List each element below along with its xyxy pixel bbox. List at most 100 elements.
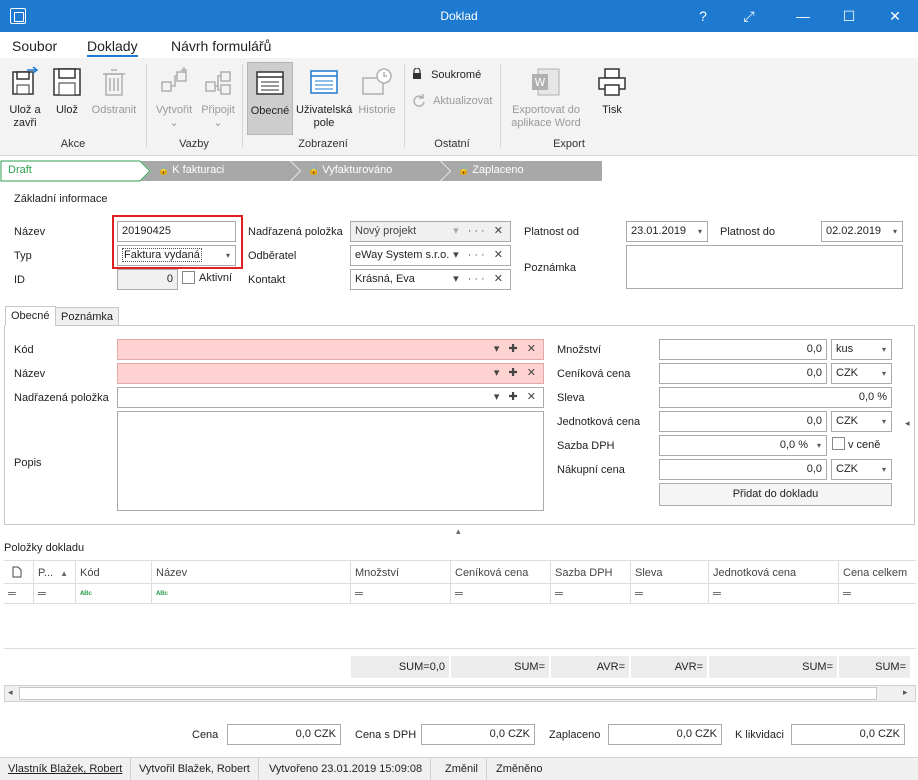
column-header-discount[interactable]: Sleva [631, 561, 709, 583]
item-description-textarea[interactable] [117, 411, 544, 511]
filter-icon[interactable]: ═ [34, 584, 76, 604]
splitter-left-icon[interactable]: ◂ [905, 418, 910, 429]
filter-icon[interactable]: ═ [839, 584, 918, 604]
column-header-doc[interactable] [4, 561, 34, 583]
to-liquidate-label: K likvidaci [735, 729, 784, 741]
valid-to-label: Platnost do [720, 226, 776, 238]
update-button[interactable]: Aktualizovat [412, 90, 492, 107]
dropdown-arrow-icon[interactable]: ▾ [453, 225, 462, 237]
filter-icon[interactable]: ═ [551, 584, 631, 604]
close-button[interactable]: ✕ [872, 0, 918, 32]
item-parent-field[interactable]: ▾ ✚ ✕ [117, 387, 544, 408]
dropdown-arrow-icon[interactable]: ▾ [453, 273, 462, 285]
dropdown-arrow-icon[interactable]: ▾ [453, 249, 462, 261]
item-code-field[interactable]: ▾ ✚ ✕ [117, 339, 544, 360]
column-header-p[interactable]: P... ▲ [34, 561, 76, 583]
filter-icon[interactable]: ═ [351, 584, 451, 604]
purchase-price-input[interactable]: 0,0 [659, 459, 827, 480]
clear-icon[interactable]: ✕ [527, 391, 539, 403]
clear-icon[interactable]: ✕ [494, 273, 506, 285]
clear-icon[interactable]: ✕ [494, 249, 506, 261]
valid-to-date[interactable]: 02.02.2019 ▾ [821, 221, 903, 242]
dropdown-arrow-icon: ▾ [892, 227, 897, 236]
scroll-right-icon[interactable]: ▸ [903, 687, 908, 698]
workflow-state-draft[interactable]: Draft [0, 160, 32, 181]
column-header-quantity[interactable]: Množství [351, 561, 451, 583]
customer-field[interactable]: eWay System s.r.o. ▾ ··· ✕ [350, 245, 511, 266]
horizontal-scrollbar[interactable]: ◂ ▸ [4, 685, 916, 702]
item-name-field[interactable]: ▾ ✚ ✕ [117, 363, 544, 384]
save-button[interactable]: Ulož [50, 62, 84, 117]
filter-text-icon[interactable]: ᴬᴮᶜ [76, 584, 152, 604]
discount-input[interactable]: 0,0 % [659, 387, 892, 408]
filter-icon[interactable]: ═ [631, 584, 709, 604]
plus-icon[interactable]: ✚ [509, 391, 521, 403]
clear-icon[interactable]: ✕ [494, 225, 506, 237]
dropdown-arrow-icon[interactable]: ▾ [494, 343, 503, 355]
maximize-button[interactable]: ☐ [826, 0, 872, 32]
delete-button[interactable]: Odstranit [88, 62, 140, 117]
valid-from-date[interactable]: 23.01.2019 ▾ [626, 221, 708, 242]
export-word-button[interactable]: W Exportovat do aplikace Word [506, 62, 586, 130]
column-header-code[interactable]: Kód [76, 561, 152, 583]
private-toggle[interactable]: Soukromé [412, 66, 481, 81]
workflow-state-k-fakturaci[interactable]: 🔒 K fakturaci [150, 160, 224, 181]
scrollbar-thumb[interactable] [19, 687, 877, 700]
view-user-fields-button[interactable]: Uživatelská pole [296, 62, 352, 130]
unit-price-currency-select[interactable]: CZK ▾ [831, 411, 892, 432]
clear-icon[interactable]: ✕ [527, 367, 539, 379]
quantity-unit-select[interactable]: kus ▾ [831, 339, 892, 360]
list-price-currency-select[interactable]: CZK ▾ [831, 363, 892, 384]
dropdown-arrow-icon[interactable]: ▾ [494, 391, 503, 403]
quantity-input[interactable]: 0,0 [659, 339, 827, 360]
note-textarea[interactable] [626, 245, 903, 289]
filter-icon[interactable]: ═ [4, 584, 34, 604]
tab-item-general[interactable]: Obecné [5, 306, 56, 326]
print-button[interactable]: Tisk [592, 62, 632, 117]
plus-icon[interactable]: ✚ [509, 343, 521, 355]
contact-field[interactable]: Krásná, Eva ▾ ··· ✕ [350, 269, 511, 290]
list-price-input[interactable]: 0,0 [659, 363, 827, 384]
changed-by: Změnil [437, 758, 488, 780]
dropdown-arrow-icon[interactable]: ▾ [494, 367, 503, 379]
filter-text-icon[interactable]: ᴬᴮᶜ [152, 584, 351, 604]
plus-icon[interactable]: ✚ [509, 367, 521, 379]
tab-navrh-formularu[interactable]: Návrh formulářů [171, 38, 271, 54]
owner-link[interactable]: Vlastník Blažek, Robert [0, 758, 132, 780]
filter-icon[interactable]: ═ [451, 584, 551, 604]
ellipsis-icon[interactable]: ··· [468, 225, 488, 237]
parent-item-field[interactable]: Nový projekt ▾ ··· ✕ [350, 221, 511, 242]
filter-icon[interactable]: ═ [709, 584, 839, 604]
column-header-total[interactable]: Cena celkem [839, 561, 916, 583]
tab-soubor[interactable]: Soubor [12, 38, 57, 54]
grid-filter-row: ═ ═ ᴬᴮᶜ ᴬᴮᶜ ═ ═ ═ ═ ═ ═ [4, 584, 916, 604]
vat-included-checkbox[interactable] [832, 437, 845, 450]
minimize-button[interactable]: — [780, 0, 826, 32]
active-checkbox[interactable] [182, 271, 195, 284]
workflow-state-zaplaceno[interactable]: 🔒 Zaplaceno [450, 160, 524, 181]
add-to-document-button[interactable]: Přidat do dokladu [659, 483, 892, 506]
save-close-button[interactable]: Ulož a zavři [4, 62, 46, 130]
clear-icon[interactable]: ✕ [527, 343, 539, 355]
tab-item-note[interactable]: Poznámka [55, 307, 119, 326]
unit-price-input[interactable]: 0,0 [659, 411, 827, 432]
restore-view-button[interactable]: ⤢ [726, 0, 772, 32]
create-button[interactable]: Vytvořit ⌄ [152, 62, 196, 130]
tab-doklady[interactable]: Doklady [87, 38, 138, 57]
attach-button[interactable]: Připojit ⌄ [198, 62, 238, 130]
view-history-button[interactable]: Historie [355, 62, 399, 117]
workflow-state-vyfakturovano[interactable]: 🔒 Vyfakturováno [300, 160, 392, 181]
scroll-left-icon[interactable]: ◂ [8, 687, 13, 698]
help-button[interactable]: ? [680, 0, 726, 32]
vat-rate-select[interactable]: 0,0 % ▾ [659, 435, 827, 456]
ellipsis-icon[interactable]: ··· [468, 273, 488, 285]
ellipsis-icon[interactable]: ··· [468, 249, 488, 261]
splitter-up-icon[interactable]: ▴ [456, 526, 461, 537]
purchase-price-currency-select[interactable]: CZK ▾ [831, 459, 892, 480]
lock-icon [412, 67, 422, 80]
view-general-button[interactable]: Obecné [247, 62, 293, 135]
column-header-list-price[interactable]: Ceníková cena [451, 561, 551, 583]
column-header-unit-price[interactable]: Jednotková cena [709, 561, 839, 583]
column-header-vat[interactable]: Sazba DPH [551, 561, 631, 583]
column-header-name[interactable]: Název [152, 561, 351, 583]
